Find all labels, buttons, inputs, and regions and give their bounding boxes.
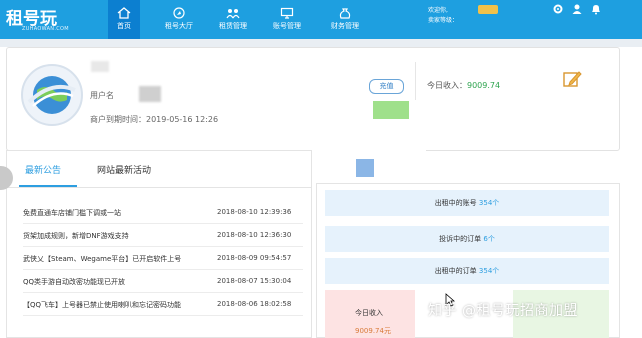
blurred-username: [91, 61, 109, 72]
edit-icon[interactable]: [561, 68, 583, 90]
top-navigation-bar: 租号玩 ZUHAOWAN.COM 首页 租号大厅 租赁管理 账号管理 财务管理 …: [0, 0, 642, 39]
nav-item-rental-management[interactable]: 租赁管理: [214, 0, 252, 39]
stat-count: 354个: [478, 267, 500, 275]
username-label: 用户名: [90, 91, 114, 100]
header-divider: [0, 39, 642, 47]
stat-renting-accounts[interactable]: 出租中的账号 354个: [325, 190, 609, 216]
bell-icon[interactable]: [590, 3, 602, 15]
seller-level-label: 卖家等级：: [428, 17, 459, 24]
nav-item-finance-management[interactable]: 财务管理: [326, 0, 364, 39]
stat-label: 投诉中的订单: [439, 235, 482, 243]
welcome-area: 欢迎你, 卖家等级：: [428, 6, 458, 26]
seller-level-badge: [478, 5, 498, 14]
nav-label-rental-hall: 租号大厅: [165, 22, 193, 30]
today-income-label: 今日收入：: [427, 81, 467, 90]
stat-count: 354个: [478, 199, 500, 207]
news-row[interactable]: 免费直通车店铺门槛下调或一站 2018-08-10 12:39:36: [23, 201, 303, 224]
money-bag-icon: [339, 8, 351, 19]
news-title: QQ类手游自动改密功能现已开放: [23, 278, 126, 286]
stat-renting-orders[interactable]: 出租中的订单 354个: [325, 258, 609, 284]
news-title: 免费直通车店铺门槛下调或一站: [23, 209, 121, 217]
today-income-box: 今日收入 9009.74元: [325, 290, 415, 338]
tab-announcements[interactable]: 最新公告: [25, 163, 61, 176]
stat-label: 出租中的订单: [434, 267, 477, 275]
stat-complaint-orders[interactable]: 投诉中的订单 6个: [325, 226, 609, 252]
nav-label-home: 首页: [117, 22, 131, 30]
green-highlight: [373, 101, 409, 119]
nav-item-account-management[interactable]: 账号管理: [268, 0, 306, 39]
stat-count: 6个: [483, 235, 495, 243]
site-logo[interactable]: 租号玩 ZUHAOWAN.COM: [6, 4, 76, 34]
news-date: 2018-08-10 12:36:30: [217, 231, 292, 239]
news-date: 2018-08-07 15:30:04: [217, 277, 292, 285]
news-row[interactable]: QQ类手游自动改密功能现已开放 2018-08-07 15:30:04: [23, 270, 303, 293]
news-title: 【QQ飞车】上号器已禁止使用喇叭和忘记密码功能: [23, 301, 182, 309]
recharge-button[interactable]: 充值: [369, 79, 404, 94]
news-date: 2018-08-06 18:02:58: [217, 300, 292, 308]
globe-logo-icon: [27, 76, 76, 114]
today-income-box-label: 今日收入: [355, 309, 383, 317]
avatar: [21, 64, 83, 126]
merchant-expire-time: 商户到期时间：2019-05-16 12:26: [90, 115, 219, 124]
welcome-text: 欢迎你,: [428, 7, 448, 14]
nav-item-rental-hall[interactable]: 租号大厅: [160, 0, 198, 39]
today-income-box-value: 9009.74元: [355, 327, 391, 335]
today-income: 今日收入：9009.74: [427, 80, 500, 91]
nav-label-account-management: 账号管理: [273, 22, 301, 30]
blurred-username-value: [139, 86, 161, 102]
logo-subtext: ZUHAOWAN.COM: [22, 26, 69, 32]
blue-marker: [356, 159, 374, 177]
stat-label: 出租中的账号: [434, 199, 477, 207]
news-row[interactable]: 【QQ飞车】上号器已禁止使用喇叭和忘记密码功能 2018-08-06 18:02…: [23, 293, 303, 316]
monitor-icon: [280, 7, 294, 19]
news-title: 武侠乂【Steam、Wegame平台】已开启软件上号: [23, 255, 182, 263]
news-date: 2018-08-10 12:39:36: [217, 208, 292, 216]
news-row[interactable]: 货架加成规则，新增DNF游戏支持 2018-08-10 12:36:30: [23, 224, 303, 247]
compass-icon: [173, 7, 185, 19]
news-date: 2018-08-09 09:54:57: [217, 254, 292, 262]
today-income-value: 9009.74: [467, 81, 501, 90]
announcement-panel: 最新公告 网站最新活动 免费直通车店铺门槛下调或一站 2018-08-10 12…: [6, 150, 312, 338]
tab-activities[interactable]: 网站最新活动: [97, 163, 151, 176]
watermark: 知乎 @租号玩招商加盟: [428, 303, 578, 319]
group-icon: [226, 9, 240, 19]
news-row[interactable]: 武侠乂【Steam、Wegame平台】已开启软件上号 2018-08-09 09…: [23, 247, 303, 270]
tab-bar: 最新公告 网站最新活动: [7, 151, 311, 188]
nav-label-finance-management: 财务管理: [331, 22, 359, 30]
nav-item-home[interactable]: 首页: [108, 0, 140, 39]
active-tab-indicator: [19, 185, 77, 187]
news-title: 货架加成规则，新增DNF游戏支持: [23, 232, 129, 240]
user-icon[interactable]: [571, 3, 583, 15]
gear-icon[interactable]: [552, 3, 564, 15]
home-icon: [117, 7, 131, 19]
nav-label-rental-management: 租赁管理: [219, 22, 247, 30]
